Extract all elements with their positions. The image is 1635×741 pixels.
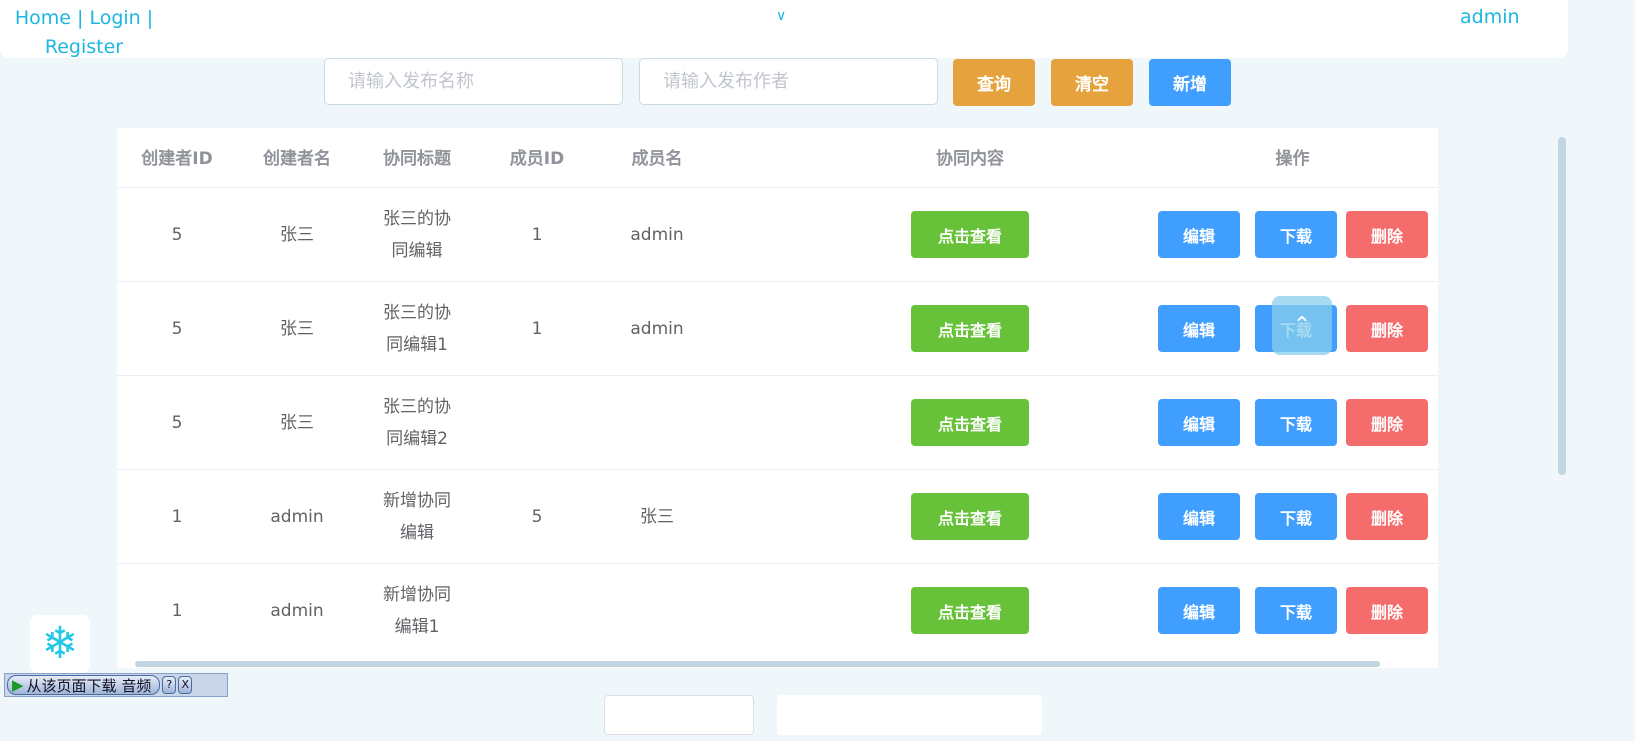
col-header: 协同标题 bbox=[383, 149, 451, 169]
pagination-pager[interactable] bbox=[777, 695, 1042, 735]
cell-member-name bbox=[597, 564, 717, 658]
view-content-button[interactable]: 点击查看 bbox=[911, 587, 1029, 634]
cell-member-id: 1 bbox=[531, 225, 543, 245]
publish-name-input[interactable] bbox=[324, 58, 623, 105]
cell-member-name: 张三 bbox=[640, 507, 674, 527]
edit-button[interactable]: 编辑 bbox=[1158, 305, 1240, 352]
collab-table: 创建者ID 创建者名 协同标题 成员ID 成员名 协同内容 操作 5 张三 张三的协… bbox=[117, 128, 1438, 668]
delete-button[interactable]: 删除 bbox=[1346, 399, 1428, 446]
cell-creator-id: 1 bbox=[171, 507, 183, 527]
col-header: 成员ID bbox=[509, 149, 565, 169]
chevron-up-icon: ⌃ bbox=[1292, 313, 1312, 338]
view-content-button[interactable]: 点击查看 bbox=[911, 211, 1029, 258]
pagination-size-select[interactable] bbox=[604, 695, 754, 735]
cell-creator-name: 张三 bbox=[280, 413, 314, 433]
table-row: 1 admin 新增协同编辑 5 张三 点击查看 编辑 下载 删除 bbox=[117, 469, 1438, 563]
view-content-button[interactable]: 点击查看 bbox=[911, 305, 1029, 352]
cell-member-id: 1 bbox=[531, 319, 543, 339]
help-button[interactable]: ? bbox=[162, 676, 177, 694]
back-to-top-button[interactable]: ⌃ bbox=[1272, 296, 1332, 355]
table-row: 5 张三 张三的协同编辑 1 admin 点击查看 编辑 下载 删除 bbox=[117, 187, 1438, 281]
nav-home-link[interactable]: Home bbox=[15, 7, 71, 29]
cell-title: 新增协同编辑1 bbox=[383, 585, 451, 637]
user-name[interactable]: admin bbox=[1460, 4, 1520, 30]
table-row: 5张三张三的协同编辑11admin点击查看编辑下载删除 bbox=[117, 281, 1438, 375]
publish-author-input[interactable] bbox=[639, 58, 938, 105]
cell-creator-name: 张三 bbox=[280, 319, 314, 339]
download-button[interactable]: 下载 bbox=[1255, 493, 1337, 540]
col-header: 成员名 bbox=[631, 149, 683, 169]
add-button[interactable]: 新增 bbox=[1149, 59, 1231, 106]
delete-button[interactable]: 删除 bbox=[1346, 587, 1428, 634]
top-header: Home | Login | Register ∨ admin bbox=[0, 0, 1568, 58]
clear-button[interactable]: 清空 bbox=[1051, 59, 1133, 106]
vertical-scrollbar[interactable] bbox=[1558, 137, 1566, 475]
cell-title: 新增协同编辑 bbox=[383, 491, 451, 543]
download-button[interactable]: 下载 bbox=[1255, 399, 1337, 446]
delete-button[interactable]: 删除 bbox=[1346, 211, 1428, 258]
cell-member-id bbox=[477, 376, 597, 470]
horizontal-scrollbar[interactable] bbox=[117, 658, 1438, 668]
edit-button[interactable]: 编辑 bbox=[1158, 399, 1240, 446]
delete-button[interactable]: 删除 bbox=[1346, 305, 1428, 352]
chevron-down-icon[interactable]: ∨ bbox=[776, 8, 786, 24]
nav-links: Home | Login | Register bbox=[14, 7, 154, 58]
view-content-button[interactable]: 点击查看 bbox=[911, 399, 1029, 446]
cell-creator-id: 5 bbox=[171, 319, 183, 339]
audio-download-label: 从该页面下载 音频 bbox=[26, 676, 152, 695]
nav-register-link[interactable]: Register bbox=[45, 36, 123, 58]
table-row: 1 admin 新增协同编辑1 点击查看 编辑 下载 删除 bbox=[117, 563, 1438, 657]
cell-creator-id: 5 bbox=[171, 225, 183, 245]
view-content-button[interactable]: 点击查看 bbox=[911, 493, 1029, 540]
cell-title: 张三的协同编辑2 bbox=[383, 397, 451, 449]
cell-member-id: 5 bbox=[531, 507, 543, 527]
scrollbar-thumb[interactable] bbox=[135, 661, 1380, 667]
cell-member-id bbox=[477, 564, 597, 658]
cell-title: 张三的协同编辑 bbox=[383, 209, 451, 261]
col-header: 创建者名 bbox=[263, 149, 331, 169]
cell-title: 张三的协同编辑1 bbox=[383, 303, 451, 355]
play-icon: ▶ bbox=[12, 676, 24, 694]
delete-button[interactable]: 删除 bbox=[1346, 493, 1428, 540]
cell-creator-id: 5 bbox=[171, 413, 183, 433]
cell-creator-name: admin bbox=[270, 507, 324, 527]
cell-creator-name: 张三 bbox=[280, 225, 314, 245]
audio-download-button[interactable]: ▶ 从该页面下载 音频 bbox=[7, 675, 161, 695]
col-header: 创建者ID bbox=[141, 149, 213, 169]
close-button[interactable]: X bbox=[178, 676, 193, 694]
query-button[interactable]: 查询 bbox=[953, 59, 1035, 106]
cell-member-name: admin bbox=[630, 225, 684, 245]
table-row: 5 张三 张三的协同编辑2 点击查看 编辑 下载 删除 bbox=[117, 375, 1438, 469]
audio-download-bar: ▶ 从该页面下载 音频 ? X bbox=[4, 673, 228, 697]
cell-member-name: admin bbox=[630, 319, 684, 339]
download-button[interactable]: 下载 bbox=[1255, 211, 1337, 258]
nav-login-link[interactable]: Login bbox=[89, 7, 140, 29]
cell-creator-name: admin bbox=[270, 601, 324, 621]
snowflake-widget-icon[interactable]: ❄ bbox=[30, 615, 90, 673]
cell-creator-id: 1 bbox=[171, 601, 183, 621]
edit-button[interactable]: 编辑 bbox=[1158, 493, 1240, 540]
edit-button[interactable]: 编辑 bbox=[1158, 211, 1240, 258]
download-button[interactable]: 下载 bbox=[1255, 587, 1337, 634]
cell-member-name bbox=[597, 376, 717, 470]
col-header: 操作 bbox=[1275, 149, 1310, 169]
edit-button[interactable]: 编辑 bbox=[1158, 587, 1240, 634]
